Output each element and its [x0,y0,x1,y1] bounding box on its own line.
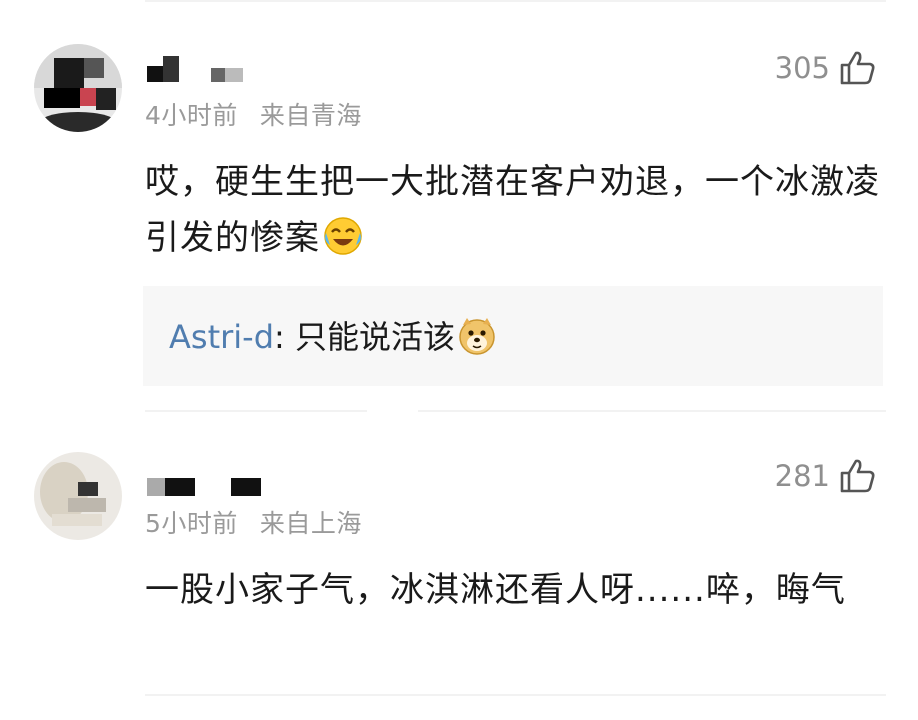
comment-text: 一股小家子气，冰淇淋还看人呀......啐，晦气 [145,562,890,618]
comment-time: 5小时前 [145,509,238,538]
comment-2: 5小时前 来自上海 281 一股小家子气，冰淇淋还看人呀......啐，晦气 [0,0,918,720]
comment-meta: 5小时前 来自上海 [145,504,362,540]
avatar[interactable] [34,452,122,540]
bottom-divider [145,694,886,696]
user-name[interactable] [145,474,265,502]
comment-location: 来自上海 [259,509,362,538]
comment-text-content: 一股小家子气，冰淇淋还看人呀......啐，晦气 [145,570,846,610]
like-count: 281 [774,459,830,493]
thumbs-up-icon [840,459,875,493]
like-button[interactable]: 281 [775,458,876,494]
avatar-image [34,452,122,540]
username-pixelated [147,478,261,496]
